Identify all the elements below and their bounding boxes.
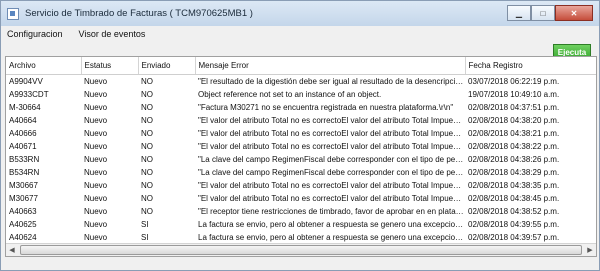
cell-mensaje-error: "El resultado de la digestión debe ser i… — [198, 77, 465, 86]
menu-visor-de-eventos[interactable]: Visor de eventos — [79, 29, 146, 39]
close-icon: ✕ — [570, 8, 578, 18]
table-row[interactable]: A40663 Nuevo NO "El receptor tiene restricc… — [6, 205, 596, 218]
minimize-icon: ▁ — [515, 8, 523, 18]
cell-estatus: Nuevo — [84, 168, 108, 177]
cell-estatus: Nuevo — [84, 181, 108, 190]
maximize-button[interactable]: □ — [531, 5, 555, 21]
table-body: A9904VV Nuevo NO "El resultado de la digest… — [6, 75, 596, 257]
cell-estatus: Nuevo — [84, 116, 108, 125]
table-row[interactable]: M-30664 Nuevo NO "Factura M30271 no se encu… — [6, 101, 596, 114]
col-header-archivo[interactable]: Archivo — [6, 57, 82, 75]
cell-archivo: M30677 — [9, 194, 38, 203]
menu-configuracion[interactable]: Configuracion — [7, 29, 63, 39]
cell-fecha-registro: 02/08/2018 04:38:35 p.m. — [468, 181, 560, 190]
cell-mensaje-error: "El valor del atributo Total no es corre… — [198, 181, 465, 190]
cell-archivo: A40666 — [9, 129, 37, 138]
cell-mensaje-error: Object reference not set to an instance … — [198, 90, 382, 99]
table-row[interactable]: B533RN Nuevo NO "La clave del campo Regimen… — [6, 153, 596, 166]
cell-enviado: NO — [141, 168, 153, 177]
cell-archivo: A40663 — [9, 207, 37, 216]
cell-fecha-registro: 02/08/2018 04:38:22 p.m. — [468, 142, 560, 151]
table-row[interactable]: A40625 Nuevo SI La factura se envio, pero a… — [6, 218, 596, 231]
cell-mensaje-error: "La clave del campo RegimenFiscal debe c… — [198, 155, 465, 164]
table-row[interactable]: B534RN Nuevo NO "La clave del campo Regimen… — [6, 166, 596, 179]
window-controls: ▁ □ ✕ — [507, 5, 593, 21]
menu-bar: Configuracion Visor de eventos — [1, 26, 599, 42]
col-header-enviado[interactable]: Enviado — [138, 57, 196, 75]
cell-enviado: NO — [141, 194, 153, 203]
cell-archivo: A40664 — [9, 116, 37, 125]
cell-archivo: A40671 — [9, 142, 37, 151]
cell-archivo: A9904VV — [9, 77, 43, 86]
cell-mensaje-error: "El valor del atributo Total no es corre… — [198, 194, 465, 203]
cell-estatus: Nuevo — [84, 194, 108, 203]
cell-mensaje-error: "El valor del atributo Total no es corre… — [198, 116, 465, 125]
cell-estatus: Nuevo — [84, 155, 108, 164]
cell-estatus: Nuevo — [84, 103, 108, 112]
cell-mensaje-error: "El valor del atributo Total no es corre… — [198, 142, 465, 151]
cell-enviado: NO — [141, 142, 153, 151]
table-row[interactable]: A40671 Nuevo NO "El valor del atributo Tota… — [6, 140, 596, 153]
cell-mensaje-error: "Factura M30271 no se encuentra registra… — [198, 103, 454, 112]
cell-archivo: B534RN — [9, 168, 40, 177]
invoice-table: Archivo Estatus Enviado Mensaje Error Fe… — [6, 57, 596, 257]
cell-mensaje-error: La factura se envio, pero al obtener a r… — [198, 220, 465, 229]
table-row[interactable]: M30677 Nuevo NO "El valor del atributo Tota… — [6, 192, 596, 205]
cell-fecha-registro: 02/08/2018 04:38:29 p.m. — [468, 168, 560, 177]
table-header-row: Archivo Estatus Enviado Mensaje Error Fe… — [6, 57, 596, 75]
cell-enviado: NO — [141, 155, 153, 164]
cell-enviado: NO — [141, 103, 153, 112]
col-header-mensaje-error[interactable]: Mensaje Error — [195, 57, 466, 75]
cell-fecha-registro: 02/08/2018 04:39:55 p.m. — [468, 220, 560, 229]
cell-mensaje-error: "El receptor tiene restricciones de timb… — [198, 207, 465, 216]
cell-enviado: NO — [141, 129, 153, 138]
cell-mensaje-error: "El valor del atributo Total no es corre… — [198, 129, 465, 138]
cell-enviado: SI — [141, 220, 149, 229]
cell-fecha-registro: 02/08/2018 04:38:52 p.m. — [468, 207, 560, 216]
app-window: Servicio de Timbrado de Facturas ( TCM97… — [0, 0, 600, 271]
invoice-grid[interactable]: Archivo Estatus Enviado Mensaje Error Fe… — [5, 56, 597, 257]
horizontal-scrollbar[interactable]: ◀ ▶ — [6, 243, 596, 256]
table-row[interactable]: A40666 Nuevo NO "El valor del atributo Tota… — [6, 127, 596, 140]
cell-enviado: NO — [141, 90, 153, 99]
cell-fecha-registro: 02/08/2018 04:38:45 p.m. — [468, 194, 560, 203]
cell-mensaje-error: "La clave del campo RegimenFiscal debe c… — [198, 168, 465, 177]
cell-fecha-registro: 03/07/2018 06:22:19 p.m. — [468, 77, 560, 86]
cell-enviado: NO — [141, 116, 153, 125]
minimize-button[interactable]: ▁ — [507, 5, 531, 21]
maximize-icon: □ — [540, 8, 546, 18]
cell-archivo: A9933CDT — [9, 90, 49, 99]
close-button[interactable]: ✕ — [555, 5, 593, 21]
table-row[interactable]: M30667 Nuevo NO "El valor del atributo Tota… — [6, 179, 596, 192]
scroll-thumb[interactable] — [20, 245, 582, 255]
cell-archivo: B533RN — [9, 155, 40, 164]
cell-estatus: Nuevo — [84, 142, 108, 151]
scroll-right-icon[interactable]: ▶ — [584, 246, 596, 254]
window-title: Servicio de Timbrado de Facturas ( TCM97… — [25, 8, 253, 19]
table-row[interactable]: A9904VV Nuevo NO "El resultado de la digest… — [6, 75, 596, 89]
cell-estatus: Nuevo — [84, 77, 108, 86]
table-row[interactable]: A40664 Nuevo NO "El valor del atributo Tota… — [6, 114, 596, 127]
cell-archivo: A40625 — [9, 220, 37, 229]
cell-archivo: M30667 — [9, 181, 38, 190]
cell-estatus: Nuevo — [84, 90, 108, 99]
cell-estatus: Nuevo — [84, 220, 108, 229]
table-row[interactable]: A9933CDT Nuevo NO Object reference not set … — [6, 88, 596, 101]
cell-fecha-registro: 02/08/2018 04:37:51 p.m. — [468, 103, 560, 112]
cell-archivo: M-30664 — [9, 103, 41, 112]
cell-enviado: NO — [141, 77, 153, 86]
cell-fecha-registro: 02/08/2018 04:38:26 p.m. — [468, 155, 560, 164]
cell-fecha-registro: 02/08/2018 04:38:21 p.m. — [468, 129, 560, 138]
cell-estatus: Nuevo — [84, 207, 108, 216]
cell-fecha-registro: 02/08/2018 04:38:20 p.m. — [468, 116, 560, 125]
col-header-fecha-registro[interactable]: Fecha Registro — [465, 57, 596, 75]
scroll-left-icon[interactable]: ◀ — [6, 246, 18, 254]
cell-enviado: NO — [141, 181, 153, 190]
cell-enviado: NO — [141, 207, 153, 216]
title-bar: Servicio de Timbrado de Facturas ( TCM97… — [1, 1, 599, 26]
cell-estatus: Nuevo — [84, 129, 108, 138]
cell-fecha-registro: 19/07/2018 10:49:10 a.m. — [468, 90, 560, 99]
col-header-estatus[interactable]: Estatus — [81, 57, 139, 75]
app-icon — [7, 7, 19, 20]
